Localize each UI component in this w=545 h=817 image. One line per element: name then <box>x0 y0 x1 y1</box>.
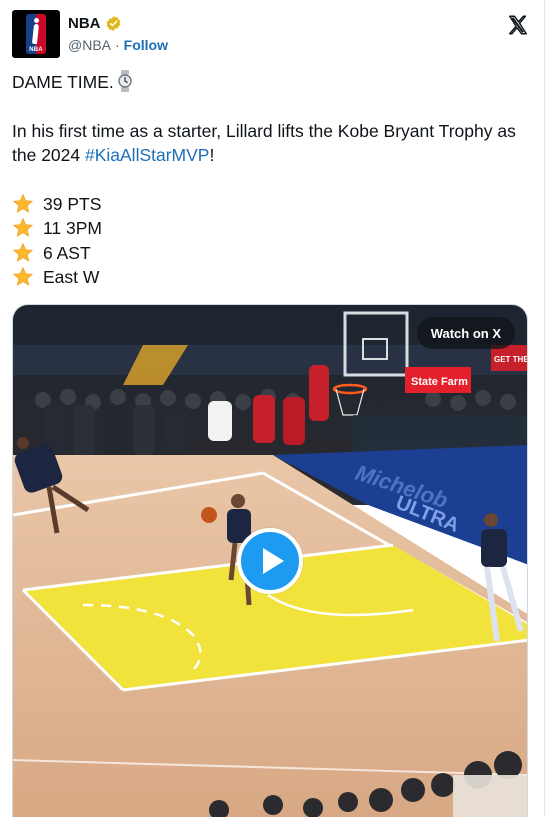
stat-text: East W <box>43 267 100 287</box>
star-emoji-icon <box>12 266 34 287</box>
tweet-body-end: ! <box>209 145 215 165</box>
x-logo-icon[interactable] <box>507 14 529 36</box>
star-emoji-icon <box>12 242 34 262</box>
stat-text: 11 3PM <box>43 218 103 238</box>
tweet-paragraph: In his first time as a starter, Lillard … <box>12 119 533 168</box>
video-player[interactable]: State Farm GET THE Michelob ULTRA Watch … <box>12 304 528 817</box>
play-icon <box>262 548 284 574</box>
tweet-header: NBA NBA @NBA · Follow <box>12 10 533 62</box>
stat-text: 6 AST <box>43 242 91 263</box>
stats-list: 39 PTS 11 3PM 6 AST East W <box>12 192 533 290</box>
stat-text: 39 PTS <box>43 193 102 214</box>
sponsor-ad-text: State Farm <box>411 376 468 388</box>
tweet-text: DAME TIME. In his first time as a starte… <box>12 70 533 290</box>
author-display-name[interactable]: NBA <box>68 15 101 32</box>
star-emoji-icon <box>12 193 34 213</box>
nba-logo-text: NBA <box>29 47 43 53</box>
play-button[interactable] <box>237 528 303 594</box>
stat-item: East W <box>12 265 533 290</box>
author-info: NBA @NBA · Follow <box>68 13 168 55</box>
verified-badge-icon <box>105 15 121 31</box>
separator-dot: · <box>115 37 120 53</box>
avatar[interactable]: NBA <box>12 10 60 58</box>
star-emoji-icon <box>12 217 34 238</box>
stat-item: 6 AST <box>12 241 533 266</box>
watch-on-x-button[interactable]: Watch on X <box>416 317 515 349</box>
tweet-line-1: DAME TIME. <box>12 70 533 95</box>
watch-emoji-icon <box>118 70 132 92</box>
tweet-headline: DAME TIME. <box>12 72 114 92</box>
author-handle[interactable]: @NBA <box>68 37 111 53</box>
nba-logo-icon: NBA <box>26 14 46 54</box>
stat-item: 39 PTS <box>12 192 533 217</box>
tweet-card: NBA NBA @NBA · Follow DAME TIME. In his … <box>0 0 545 817</box>
hashtag-link[interactable]: #KiaAllStarMVP <box>85 145 210 165</box>
banner-ad-text: GET THE <box>494 355 528 364</box>
stat-item: 11 3PM <box>12 216 533 241</box>
follow-button[interactable]: Follow <box>124 37 168 53</box>
